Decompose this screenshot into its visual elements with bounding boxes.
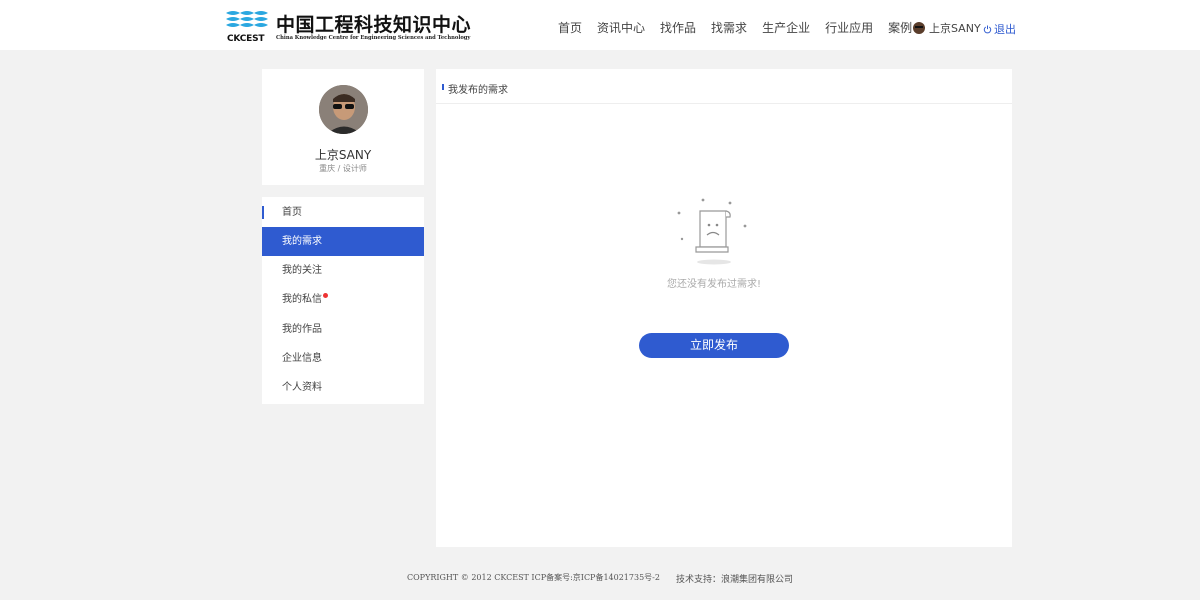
nav-industry-apps[interactable]: 行业应用	[825, 19, 873, 36]
nav-cases[interactable]: 案例	[888, 19, 912, 36]
sidebar-item-label: 我的关注	[282, 265, 322, 276]
logo-english-title: China Knowledge Centre for Engineering S…	[276, 35, 471, 41]
empty-document-icon	[677, 198, 747, 265]
profile-card: 上京SANY 重庆 / 设计师	[262, 69, 424, 185]
header-user-name: 上京SANY	[929, 22, 981, 35]
logout-button[interactable]: 退出	[983, 21, 1016, 37]
user-avatar-icon	[913, 22, 925, 34]
header-user[interactable]: 上京SANY	[913, 20, 981, 36]
publish-button[interactable]: 立即发布	[639, 333, 789, 358]
profile-location-role: 重庆 / 设计师	[319, 164, 367, 173]
footer-copyright: COPYRIGHT © 2012 CKCEST ICP备案号:京ICP备1402…	[407, 573, 660, 582]
nav-find-works[interactable]: 找作品	[660, 19, 696, 36]
sidebar-item-label: 企业信息	[282, 353, 322, 364]
sidebar-item-messages[interactable]: 我的私信	[262, 285, 424, 314]
sidebar-item-profile[interactable]: 个人资料	[262, 373, 424, 402]
nav-home[interactable]: 首页	[558, 19, 582, 36]
nav-find-demands[interactable]: 找需求	[711, 19, 747, 36]
sidebar-menu: 首页 我的需求 我的关注 我的私信 我的作品 企业信息 个人资料	[262, 197, 424, 404]
main-nav: 首页 资讯中心 找作品 找需求 生产企业 行业应用 案例	[558, 19, 927, 36]
logout-label: 退出	[994, 23, 1016, 36]
ckcest-logo[interactable]: CKCEST 中国工程科技知识中心 China Knowledge Centre…	[224, 9, 471, 45]
profile-name: 上京SANY	[314, 148, 372, 162]
sidebar-item-label: 首页	[282, 207, 302, 218]
power-icon	[983, 25, 992, 33]
profile-avatar[interactable]	[319, 85, 368, 134]
nav-news[interactable]: 资讯中心	[597, 19, 645, 36]
sidebar-item-label: 我的作品	[282, 324, 322, 335]
top-header: CKCEST 中国工程科技知识中心 China Knowledge Centre…	[0, 0, 1200, 50]
sidebar-item-home[interactable]: 首页	[262, 198, 424, 227]
sidebar-item-my-demands[interactable]: 我的需求	[262, 227, 424, 256]
sidebar-item-my-follows[interactable]: 我的关注	[262, 256, 424, 285]
sidebar-item-label: 我的私信	[282, 294, 322, 305]
footer-support: 技术支持：浪潮集团有限公司	[675, 575, 793, 585]
title-marker	[442, 84, 444, 90]
sidebar-item-label: 个人资料	[282, 382, 322, 393]
main-header: 我发布的需求	[436, 69, 1012, 104]
page-title: 我发布的需求	[448, 85, 508, 96]
logo-chinese-title: 中国工程科技知识中心	[276, 14, 472, 36]
empty-state-text: 您还没有发布过需求!	[666, 279, 761, 290]
sidebar-item-my-works[interactable]: 我的作品	[262, 315, 424, 344]
menu-marker	[262, 206, 264, 219]
page-footer: COPYRIGHT © 2012 CKCEST ICP备案号:京ICP备1402…	[0, 572, 1200, 585]
avatar-photo-icon	[319, 85, 368, 134]
main-panel: 我发布的需求 您还没有发布过需求! 立即发布	[436, 69, 1012, 547]
logo-abbreviation: CKCEST	[227, 34, 265, 44]
nav-manufacturers[interactable]: 生产企业	[762, 19, 810, 36]
sidebar-item-company-info[interactable]: 企业信息	[262, 344, 424, 373]
unread-dot	[323, 293, 328, 298]
sidebar-item-label: 我的需求	[282, 236, 322, 247]
